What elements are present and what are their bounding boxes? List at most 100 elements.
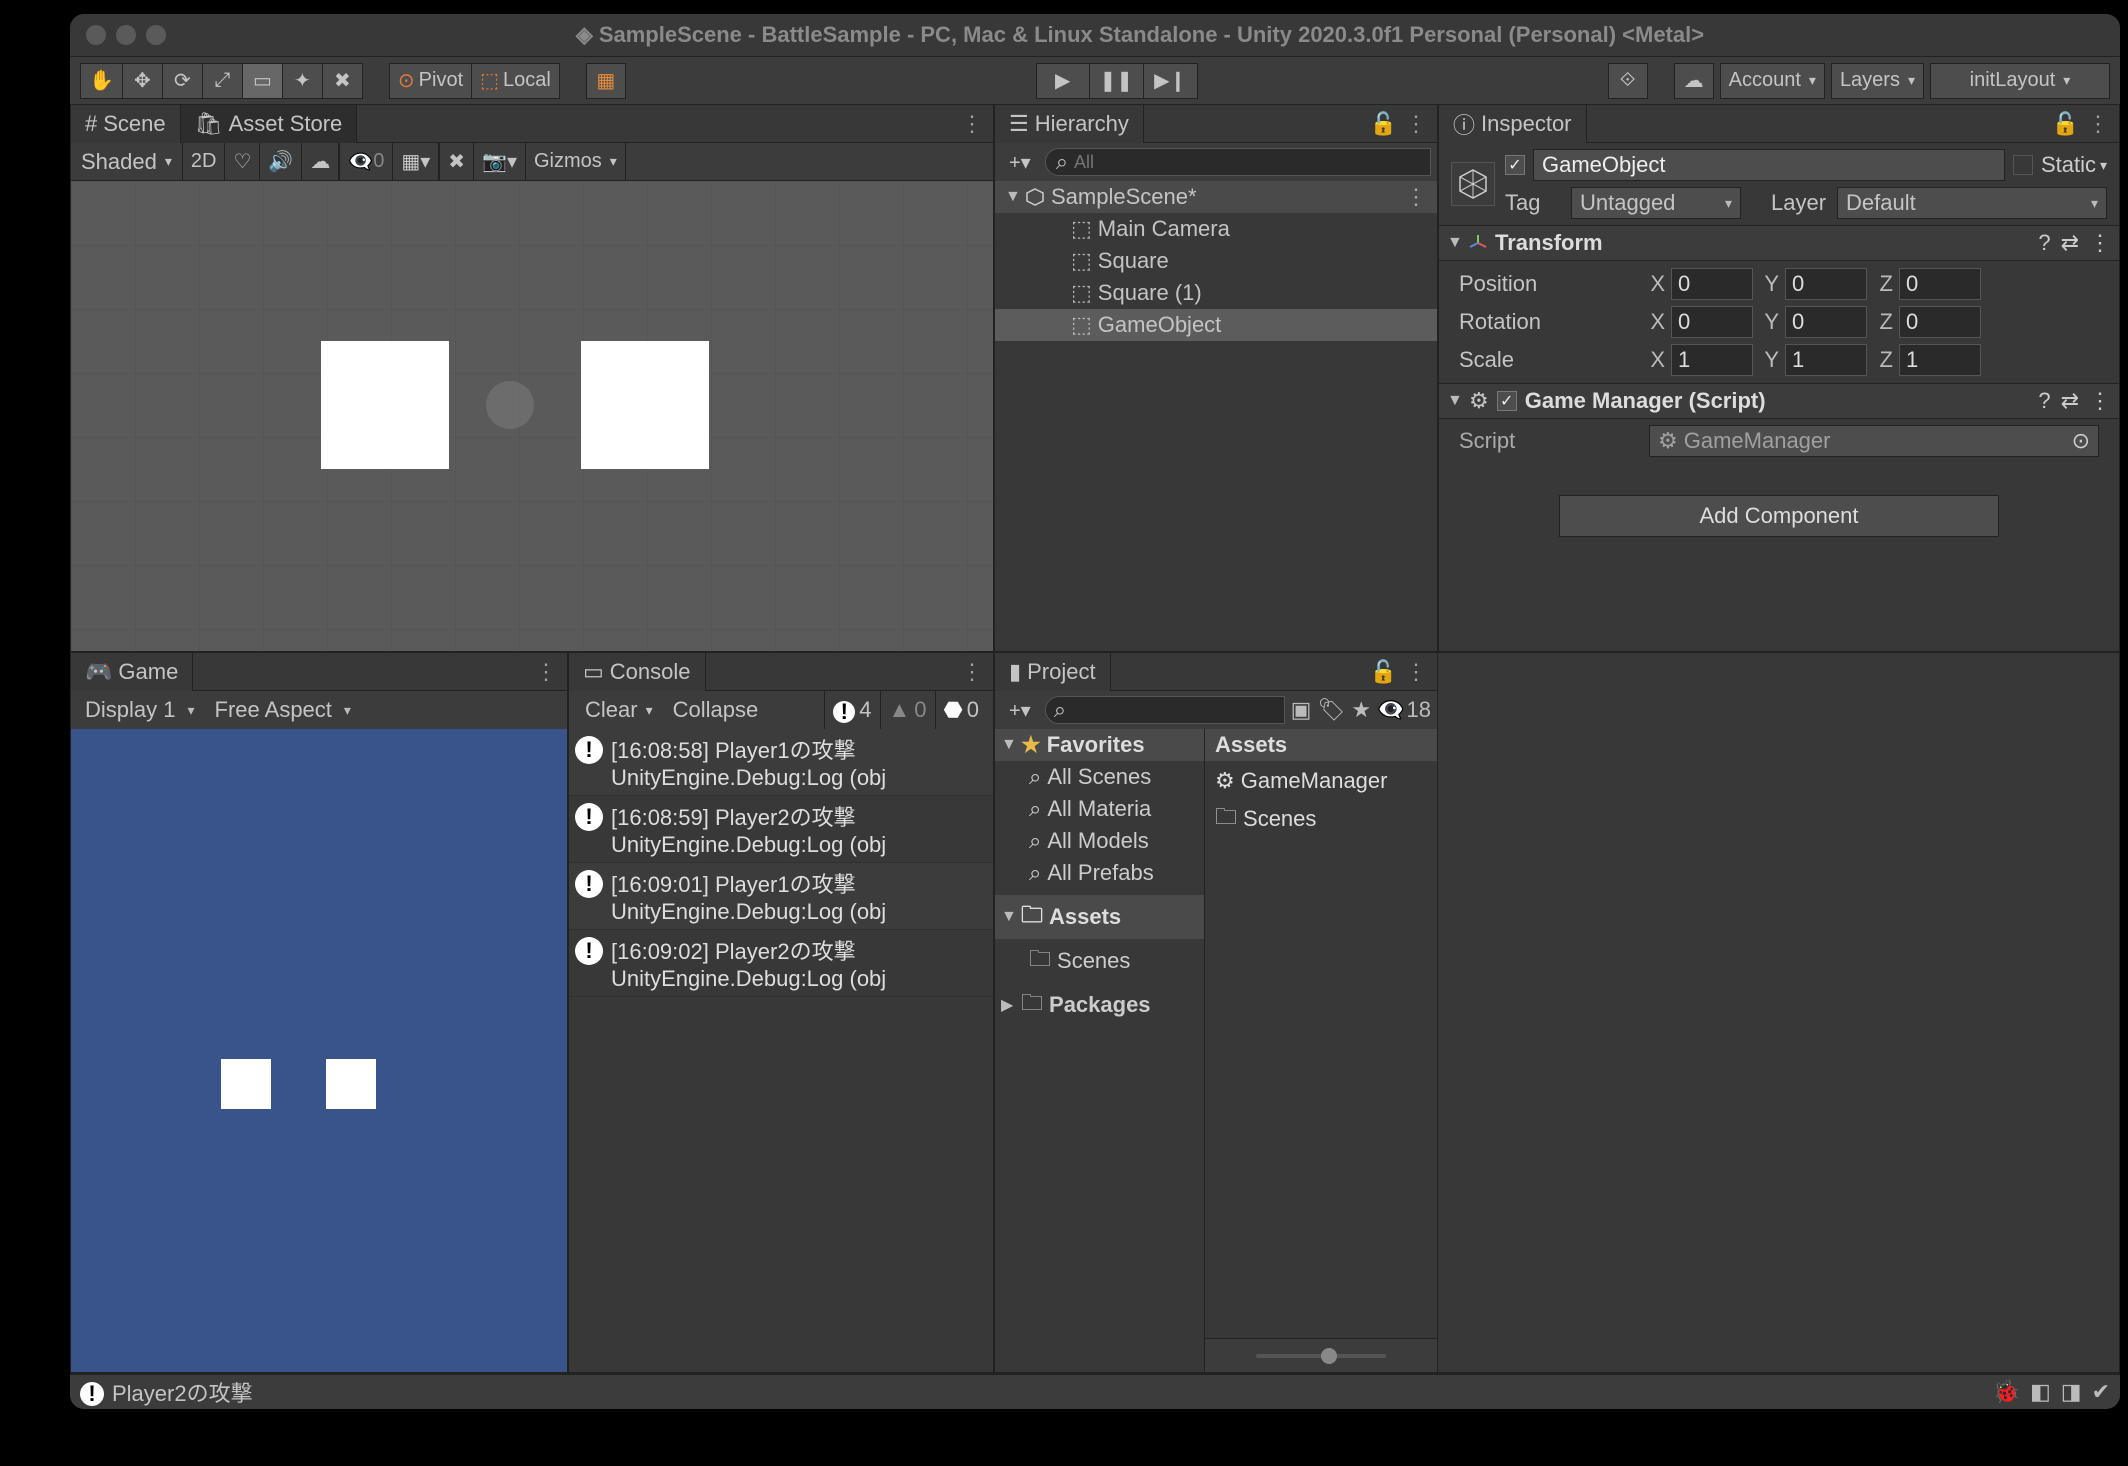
favorite-search[interactable]: ⌕All Materia xyxy=(995,793,1204,825)
collab-icon[interactable]: ⟐ xyxy=(1608,63,1648,99)
preset-icon[interactable]: ⇄ xyxy=(2061,388,2079,414)
gizmos-dropdown[interactable]: Gizmos xyxy=(526,143,626,181)
console-menu-icon[interactable]: ⋮ xyxy=(961,659,983,685)
project-tab[interactable]: ▮Project xyxy=(995,653,1111,691)
component-menu-icon[interactable]: ⋮ xyxy=(2089,230,2111,256)
fx-toggle[interactable]: ☁ xyxy=(302,143,339,181)
add-component-button[interactable]: Add Component xyxy=(1559,495,1999,537)
scene-row-menu-icon[interactable]: ⋮ xyxy=(1405,184,1427,209)
assets-folder[interactable]: ▼🗀Assets xyxy=(995,895,1204,939)
static-checkbox[interactable] xyxy=(2013,155,2033,175)
step-button[interactable]: ▶❙ xyxy=(1144,63,1198,99)
component-menu-icon[interactable]: ⋮ xyxy=(2089,388,2111,414)
preset-icon[interactable]: ⇄ xyxy=(2061,230,2079,256)
scene-tab[interactable]: #Scene xyxy=(71,105,181,143)
project-search[interactable]: ⌕ xyxy=(1045,696,1285,724)
hierarchy-item[interactable]: ⬚Square (1) xyxy=(995,277,1437,309)
game-viewport[interactable] xyxy=(71,729,567,1372)
pos-z-field[interactable]: 0 xyxy=(1899,268,1981,300)
layers-dropdown[interactable]: Layers xyxy=(1831,63,1924,99)
console-log-entry[interactable]: ![16:08:59] Player2の攻撃UnityEngine.Debug:… xyxy=(569,796,993,863)
display-dropdown[interactable]: Display 1 xyxy=(75,691,205,729)
fold-caret-icon[interactable]: ▼ xyxy=(1005,188,1019,206)
clear-button[interactable]: Clear xyxy=(575,691,663,729)
hierarchy-scene-row[interactable]: ▼ SampleScene* ⋮ xyxy=(995,181,1437,213)
hierarchy-menu-icon[interactable]: ⋮ xyxy=(1405,111,1427,137)
gameobject-name-field[interactable]: GameObject xyxy=(1533,149,2005,181)
scene-square-2[interactable] xyxy=(581,341,709,469)
hierarchy-tab[interactable]: ☰Hierarchy xyxy=(995,105,1144,143)
account-dropdown[interactable]: Account xyxy=(1720,63,1825,99)
status-icon-2[interactable]: ◧ xyxy=(2030,1379,2051,1405)
packages-folder[interactable]: ▶🗀Packages xyxy=(995,983,1204,1027)
project-breadcrumb[interactable]: Assets xyxy=(1205,729,1437,761)
scl-x-field[interactable]: 1 xyxy=(1671,344,1753,376)
shading-mode-dropdown[interactable]: Shaded xyxy=(71,143,182,181)
gameobject-large-icon[interactable] xyxy=(1451,162,1495,206)
layout-dropdown[interactable]: initLayout xyxy=(1930,63,2110,99)
pause-button[interactable]: ❚❚ xyxy=(1090,63,1144,99)
tag-dropdown[interactable]: Untagged xyxy=(1571,187,1741,219)
transform-header[interactable]: ▼ Transform ?⇄⋮ xyxy=(1439,225,2119,261)
favorite-search[interactable]: ⌕All Prefabs xyxy=(995,857,1204,889)
traffic-min[interactable] xyxy=(116,25,136,45)
pos-y-field[interactable]: 0 xyxy=(1785,268,1867,300)
scl-z-field[interactable]: 1 xyxy=(1899,344,1981,376)
lock-icon[interactable]: 🔓 xyxy=(1370,659,1397,685)
rot-x-field[interactable]: 0 xyxy=(1671,306,1753,338)
hierarchy-item-selected[interactable]: ⬚GameObject xyxy=(995,309,1437,341)
custom-tool[interactable]: ✖ xyxy=(323,63,363,99)
hierarchy-item[interactable]: ⬚Square xyxy=(995,245,1437,277)
traffic-close[interactable] xyxy=(86,25,106,45)
move-tool[interactable]: ✥ xyxy=(123,63,163,99)
favorite-search[interactable]: ⌕All Scenes xyxy=(995,761,1204,793)
warn-filter[interactable]: ▲0 xyxy=(880,691,935,729)
tools-icon[interactable]: ✖ xyxy=(440,143,474,181)
game-menu-icon[interactable]: ⋮ xyxy=(535,659,557,685)
grid-dropdown[interactable]: ▦▾ xyxy=(393,143,439,181)
game-tab[interactable]: 🎮Game xyxy=(71,653,193,691)
local-toggle[interactable]: ⬚Local xyxy=(472,63,560,99)
layer-dropdown[interactable]: Default xyxy=(1837,187,2107,219)
help-icon[interactable]: ? xyxy=(2038,388,2050,414)
project-menu-icon[interactable]: ⋮ xyxy=(1405,659,1427,685)
hidden-objects-toggle[interactable]: 👁‍🗨0 xyxy=(340,143,393,181)
scale-tool[interactable]: ⤢ xyxy=(203,63,243,99)
status-text[interactable]: Player2の攻撃 xyxy=(112,1376,253,1408)
component-enable-checkbox[interactable]: ✓ xyxy=(1497,391,1517,411)
scene-viewport[interactable] xyxy=(71,181,993,651)
filter-type-icon[interactable]: ▣ xyxy=(1291,697,1312,723)
console-tab[interactable]: ▭Console xyxy=(569,653,706,691)
filter-label-icon[interactable]: 🏷 xyxy=(1317,697,1345,723)
console-log-entry[interactable]: ![16:09:02] Player2の攻撃UnityEngine.Debug:… xyxy=(569,930,993,997)
assets-child-folder[interactable]: 🗀Scenes xyxy=(995,939,1204,983)
info-filter[interactable]: !4 xyxy=(824,691,879,729)
thumbnail-size-slider[interactable] xyxy=(1205,1338,1437,1372)
scene-gizmo-center[interactable] xyxy=(486,381,534,429)
static-dropdown[interactable]: Static▾ xyxy=(2041,152,2107,178)
audio-toggle[interactable]: 🔊 xyxy=(260,143,302,181)
favorite-filter-icon[interactable]: ★ xyxy=(1351,697,1371,723)
hierarchy-search[interactable]: ⌕ xyxy=(1045,148,1431,176)
scene-menu-icon[interactable]: ⋮ xyxy=(961,111,983,137)
console-log-entry[interactable]: ![16:08:58] Player1の攻撃UnityEngine.Debug:… xyxy=(569,729,993,796)
pos-x-field[interactable]: 0 xyxy=(1671,268,1753,300)
favorites-section[interactable]: ▼★Favorites xyxy=(995,729,1204,761)
status-icon-3[interactable]: ◨ xyxy=(2061,1379,2082,1405)
play-button[interactable]: ▶ xyxy=(1036,63,1090,99)
hand-tool[interactable]: ✋ xyxy=(80,63,123,99)
object-picker-icon[interactable]: ⊙ xyxy=(2072,428,2090,454)
hidden-count[interactable]: 👁‍🗨18 xyxy=(1377,697,1431,723)
asset-store-tab[interactable]: 🛍Asset Store xyxy=(181,105,358,143)
console-log-entry[interactable]: ![16:09:01] Player1の攻撃UnityEngine.Debug:… xyxy=(569,863,993,930)
lock-icon[interactable]: 🔓 xyxy=(2052,111,2079,137)
collapse-toggle[interactable]: Collapse xyxy=(663,691,769,729)
active-checkbox[interactable]: ✓ xyxy=(1505,155,1525,175)
inspector-menu-icon[interactable]: ⋮ xyxy=(2087,111,2109,137)
pivot-toggle[interactable]: ⊙Pivot xyxy=(389,63,472,99)
error-filter[interactable]: ⬣0 xyxy=(935,691,987,729)
rot-z-field[interactable]: 0 xyxy=(1899,306,1981,338)
rotate-tool[interactable]: ⟳ xyxy=(163,63,203,99)
scene-square-1[interactable] xyxy=(321,341,449,469)
hierarchy-search-input[interactable] xyxy=(1074,152,1420,173)
